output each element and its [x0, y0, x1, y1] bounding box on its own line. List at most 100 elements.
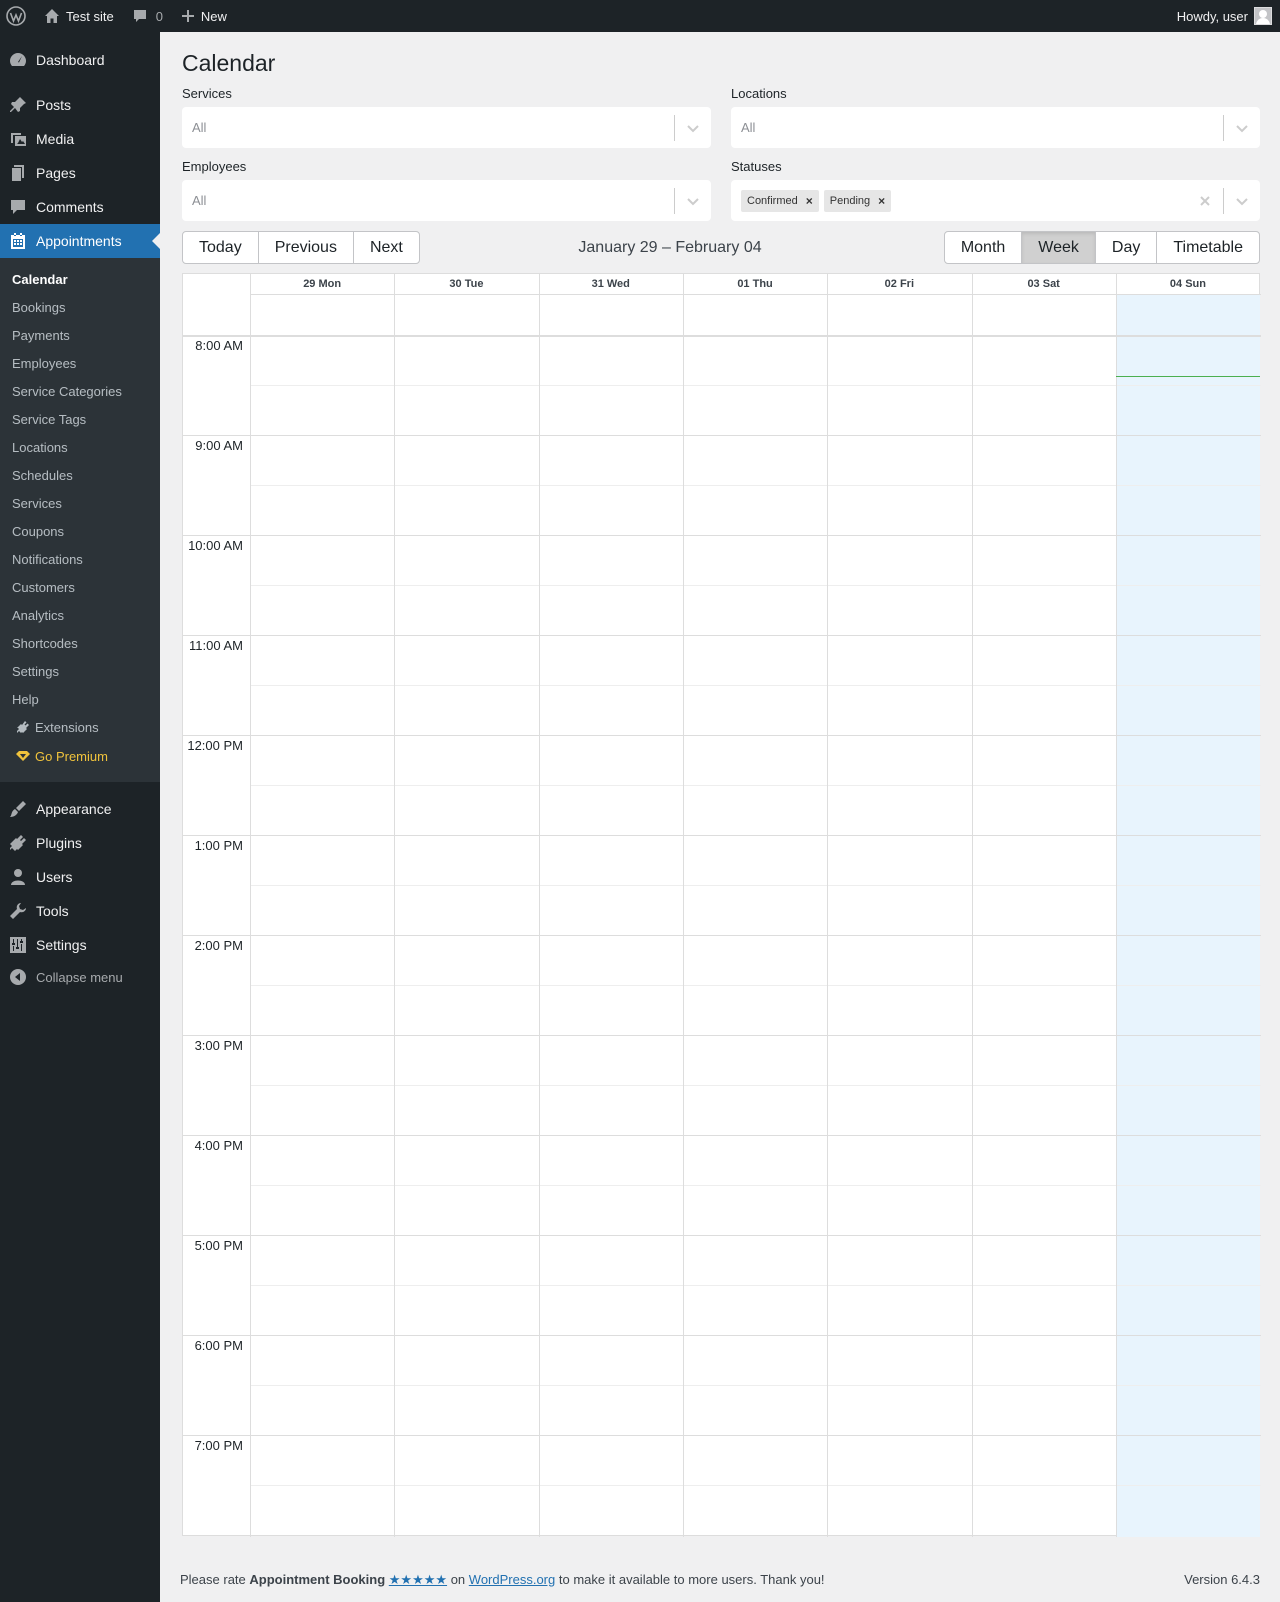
settings-sliders-icon — [0, 936, 36, 954]
half-hour-line — [250, 685, 1261, 686]
hour-line — [183, 935, 1261, 936]
submenu-item-locations[interactable]: Locations — [12, 440, 68, 455]
submenu-item-calendar[interactable]: Calendar — [12, 272, 68, 287]
day-header[interactable]: 01 Thu — [683, 274, 827, 294]
chip-label: Confirmed — [747, 194, 798, 207]
submenu-item-bookings[interactable]: Bookings — [12, 300, 65, 315]
chevron-down-icon[interactable] — [1224, 194, 1260, 208]
submenu-item-help[interactable]: Help — [12, 692, 39, 707]
sidebar-label: Plugins — [36, 835, 82, 851]
sidebar-item-tools[interactable]: Tools — [0, 894, 160, 928]
admin-sidebar: Dashboard Posts Media Pages Comments App… — [0, 32, 160, 1602]
time-label: 12:00 PM — [187, 738, 243, 753]
collapse-menu-button[interactable]: Collapse menu — [0, 960, 160, 994]
week-calendar: 8:00 AM 9:00 AM 10:00 AM 11:00 AM 12:00 PM 1:… — [182, 273, 1261, 1537]
day-header[interactable]: 04 Sun — [1116, 274, 1260, 294]
time-label: 3:00 PM — [194, 1038, 243, 1053]
rating-stars-link[interactable]: ★★★★★ — [389, 1572, 447, 1587]
half-hour-line — [250, 985, 1261, 986]
footer-text-pre: Please rate — [180, 1572, 246, 1587]
new-content-link[interactable]: New — [171, 0, 235, 32]
submenu-item-coupons[interactable]: Coupons — [12, 524, 64, 539]
site-name: Test site — [66, 8, 114, 24]
submenu-item-service-tags[interactable]: Service Tags — [12, 412, 86, 427]
next-button[interactable]: Next — [354, 232, 419, 263]
half-hour-line — [250, 585, 1261, 586]
paintbrush-icon — [0, 800, 36, 818]
day-header[interactable]: 02 Fri — [827, 274, 971, 294]
sidebar-label: Comments — [36, 199, 104, 215]
page-title: Calendar — [182, 50, 276, 76]
sidebar-item-settings[interactable]: Settings — [0, 928, 160, 962]
submenu-item-settings[interactable]: Settings — [12, 664, 59, 679]
view-timetable-button[interactable]: Timetable — [1157, 232, 1259, 263]
pushpin-icon — [0, 96, 36, 114]
sidebar-label: Posts — [36, 97, 72, 113]
submenu-item-extensions[interactable]: Extensions — [35, 720, 99, 735]
sidebar-item-plugins[interactable]: Plugins — [0, 826, 160, 860]
site-name-link[interactable]: Test site — [34, 0, 122, 32]
day-column-line — [682, 274, 684, 1537]
half-hour-line — [250, 385, 1261, 386]
locations-value: All — [741, 120, 756, 135]
employees-select[interactable]: All — [182, 180, 711, 221]
date-range-title: January 29 – February 04 — [578, 238, 762, 256]
submenu-item-go-premium[interactable]: Go Premium — [35, 749, 108, 764]
comments-count: 0 — [155, 8, 163, 24]
day-header[interactable]: 29 Mon — [250, 274, 394, 294]
all-day-divider — [183, 335, 1261, 337]
statuses-select[interactable]: Confirmed × Pending × — [731, 180, 1260, 221]
new-label: New — [200, 8, 227, 24]
day-header[interactable]: 03 Sat — [972, 274, 1116, 294]
submenu-item-services[interactable]: Services — [12, 496, 62, 511]
chevron-down-icon[interactable] — [675, 194, 711, 208]
sidebar-item-comments[interactable]: Comments — [0, 190, 160, 224]
sidebar-item-dashboard[interactable]: Dashboard — [0, 43, 160, 77]
submenu-item-notifications[interactable]: Notifications — [12, 552, 83, 567]
view-month-button[interactable]: Month — [945, 232, 1023, 263]
locations-select[interactable]: All — [731, 107, 1260, 148]
submenu-item-analytics[interactable]: Analytics — [12, 608, 64, 623]
chevron-down-icon[interactable] — [1224, 121, 1260, 135]
sidebar-item-appearance[interactable]: Appearance — [0, 792, 160, 826]
plus-icon — [181, 9, 195, 23]
my-account-link[interactable]: Howdy, user — [1169, 0, 1280, 32]
submenu-item-service-categories[interactable]: Service Categories — [12, 384, 122, 399]
sidebar-label: Settings — [36, 937, 87, 953]
submenu-item-customers[interactable]: Customers — [12, 580, 75, 595]
submenu-item-schedules[interactable]: Schedules — [12, 468, 73, 483]
remove-chip-icon[interactable]: × — [802, 194, 819, 208]
half-hour-line — [250, 885, 1261, 886]
previous-button[interactable]: Previous — [259, 232, 354, 263]
submenu-item-employees[interactable]: Employees — [12, 356, 76, 371]
sidebar-item-pages[interactable]: Pages — [0, 156, 160, 190]
services-select[interactable]: All — [182, 107, 711, 148]
today-button[interactable]: Today — [183, 232, 259, 263]
wordpress-org-link[interactable]: WordPress.org — [469, 1572, 555, 1587]
clear-all-icon[interactable] — [1187, 195, 1223, 207]
admin-footer: Please rate Appointment Booking ★★★★★ on… — [180, 1572, 1260, 1588]
submenu-item-shortcodes[interactable]: Shortcodes — [12, 636, 78, 651]
day-column-line — [1115, 274, 1117, 1537]
status-chips: Confirmed × Pending × — [731, 189, 1187, 212]
user-icon — [0, 868, 36, 886]
sidebar-label: Dashboard — [36, 52, 105, 68]
day-header[interactable]: 31 Wed — [539, 274, 683, 294]
hour-line — [183, 635, 1261, 636]
view-day-button[interactable]: Day — [1096, 232, 1158, 263]
greeting: Howdy, user — [1176, 8, 1248, 24]
submenu-item-payments[interactable]: Payments — [12, 328, 70, 343]
chevron-down-icon[interactable] — [675, 121, 711, 135]
sidebar-item-posts[interactable]: Posts — [0, 88, 160, 122]
avatar — [1254, 7, 1272, 25]
view-week-button[interactable]: Week — [1022, 232, 1096, 263]
sidebar-item-appointments[interactable]: Appointments — [0, 224, 160, 258]
day-header[interactable]: 30 Tue — [394, 274, 538, 294]
sidebar-item-media[interactable]: Media — [0, 122, 160, 156]
comments-link[interactable]: 0 — [122, 0, 171, 32]
plugin-icon — [16, 720, 30, 737]
wordpress-logo-icon[interactable] — [0, 0, 34, 32]
half-hour-line — [250, 1485, 1261, 1486]
remove-chip-icon[interactable]: × — [874, 194, 891, 208]
sidebar-item-users[interactable]: Users — [0, 860, 160, 894]
